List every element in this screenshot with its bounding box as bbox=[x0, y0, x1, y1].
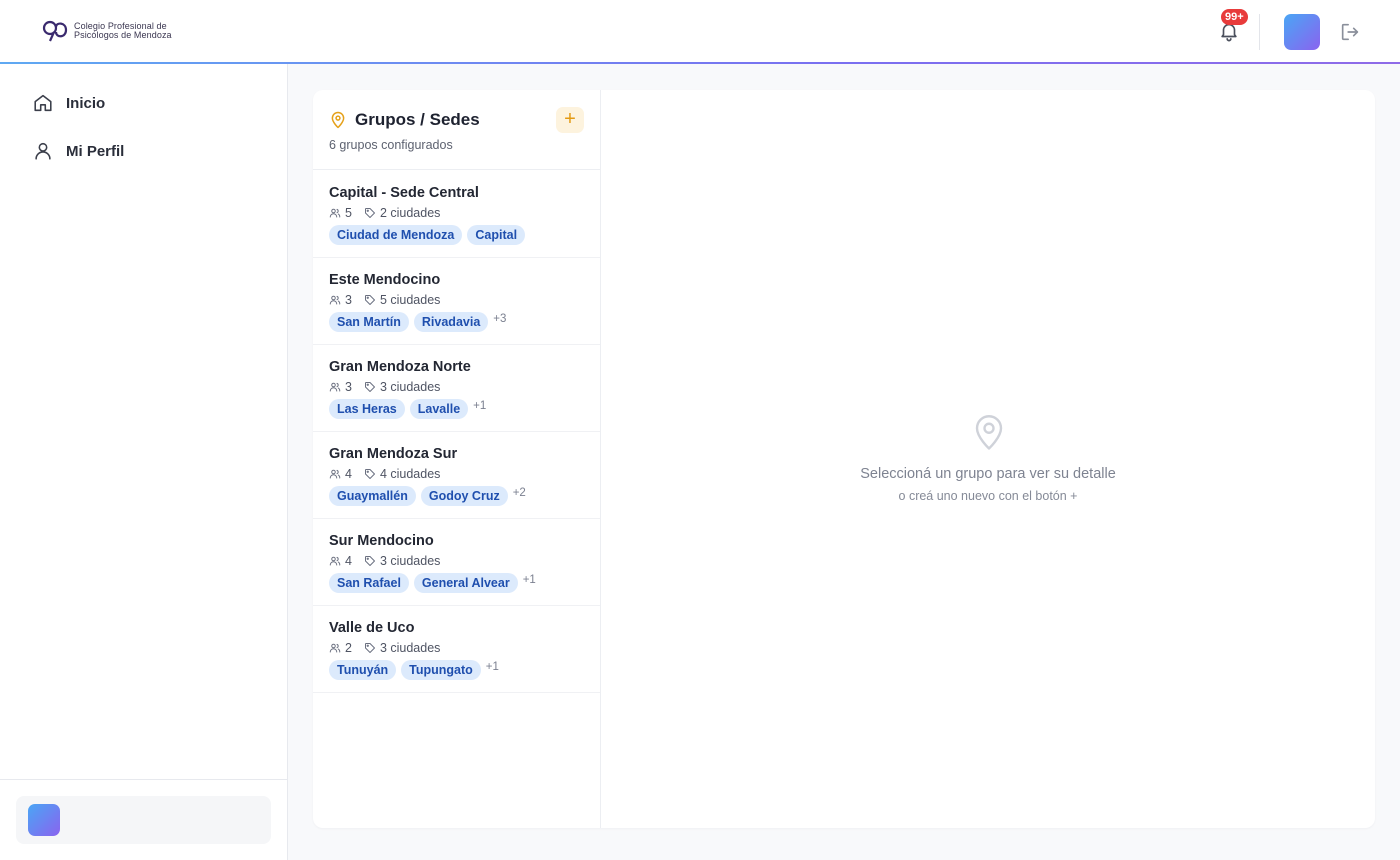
notifications-badge: 99+ bbox=[1221, 9, 1248, 25]
group-detail-empty-state: Seleccioná un grupo para ver su detalle … bbox=[601, 90, 1375, 828]
tag-icon bbox=[364, 208, 375, 218]
group-name: Gran Mendoza Sur bbox=[329, 446, 458, 462]
group-meta: 4 3 ciudades bbox=[329, 554, 440, 568]
city-tag: Las Heras bbox=[329, 399, 405, 419]
empty-state-title: Seleccioná un grupo para ver su detalle bbox=[860, 466, 1116, 482]
list-item[interactable]: Sur Mendocino 4 3 ciudades San Rafael Genera… bbox=[313, 519, 600, 606]
group-name: Sur Mendocino bbox=[329, 533, 434, 549]
member-count: 4 bbox=[345, 554, 352, 568]
member-count: 2 bbox=[345, 641, 352, 655]
users-icon bbox=[329, 382, 341, 392]
city-count: 5 ciudades bbox=[379, 293, 441, 307]
more-cities-count: +2 bbox=[512, 487, 526, 499]
logo-line-2: Psicólogos de Mendoza bbox=[74, 30, 172, 40]
city-tag: Godoy Cruz bbox=[420, 486, 508, 506]
city-tags: Tunuyán Tupungato +1 bbox=[329, 660, 499, 680]
member-count: 3 bbox=[345, 380, 352, 394]
more-cities-count: +1 bbox=[485, 661, 499, 673]
city-tags: San Rafael General Alvear +1 bbox=[329, 573, 536, 593]
page-title: Grupos / Sedes bbox=[355, 110, 480, 129]
city-count: 2 ciudades bbox=[379, 206, 441, 220]
sidebar-item-inicio[interactable]: Inicio bbox=[16, 83, 272, 123]
city-tags: Guaymallén Godoy Cruz +2 bbox=[329, 486, 526, 506]
sidebar-divider bbox=[0, 779, 287, 780]
city-tag: Tunuyán bbox=[329, 660, 397, 680]
city-tag: Ciudad de Mendoza bbox=[329, 225, 463, 245]
group-meta: 4 4 ciudades bbox=[329, 467, 440, 481]
more-cities-count: +3 bbox=[493, 313, 507, 325]
groups-list-header: Grupos / Sedes 6 grupos configurados + bbox=[313, 90, 600, 170]
users-icon bbox=[329, 469, 341, 479]
sidebar-item-label: Mi Perfil bbox=[66, 142, 125, 160]
sidebar-item-mi-perfil[interactable]: Mi Perfil bbox=[16, 131, 272, 171]
groups-count: 6 grupos configurados bbox=[329, 138, 453, 152]
user-icon bbox=[35, 142, 51, 160]
more-cities-count: +1 bbox=[473, 400, 487, 412]
city-count: 3 ciudades bbox=[379, 554, 441, 568]
list-item[interactable]: Gran Mendoza Sur 4 4 ciudades Guaymallén God… bbox=[313, 432, 600, 519]
tag-icon bbox=[364, 643, 375, 653]
group-name: Este Mendocino bbox=[329, 272, 441, 288]
top-header: Colegio Profesional de Psicólogos de Men… bbox=[0, 0, 1400, 64]
city-tag: San Rafael bbox=[329, 573, 409, 593]
users-icon bbox=[329, 208, 341, 218]
home-icon bbox=[34, 94, 52, 112]
header-avatar[interactable] bbox=[1284, 14, 1320, 50]
group-name: Valle de Uco bbox=[329, 620, 415, 636]
city-tag: Capital bbox=[467, 225, 526, 245]
city-tags: Las Heras Lavalle +1 bbox=[329, 399, 486, 419]
more-cities-count: +1 bbox=[522, 574, 536, 586]
app-logo[interactable]: Colegio Profesional de Psicólogos de Men… bbox=[42, 19, 172, 43]
logo-text: Colegio Profesional de Psicólogos de Men… bbox=[74, 21, 172, 41]
groups-list-panel: Grupos / Sedes 6 grupos configurados + C… bbox=[313, 90, 601, 828]
list-item[interactable]: Valle de Uco 2 3 ciudades Tunuyán Tupungato +… bbox=[313, 606, 600, 693]
add-group-button[interactable]: + bbox=[556, 107, 584, 133]
city-tag: Tupungato bbox=[401, 660, 481, 680]
city-tag: General Alvear bbox=[413, 573, 518, 593]
list-item[interactable]: Este Mendocino 3 5 ciudades San Martín Rivad… bbox=[313, 258, 600, 345]
city-count: 4 ciudades bbox=[379, 467, 441, 481]
map-pin-icon bbox=[331, 111, 345, 129]
avatar bbox=[28, 804, 60, 836]
city-tag: Rivadavia bbox=[413, 312, 489, 332]
group-meta: 2 3 ciudades bbox=[329, 641, 440, 655]
user-card[interactable] bbox=[16, 796, 271, 844]
group-name: Gran Mendoza Norte bbox=[329, 359, 471, 375]
list-item[interactable]: Gran Mendoza Norte 3 3 ciudades Las Heras La… bbox=[313, 345, 600, 432]
group-meta: 3 3 ciudades bbox=[329, 380, 440, 394]
users-icon bbox=[329, 295, 341, 305]
sidebar: Inicio Mi Perfil bbox=[0, 64, 288, 860]
tag-icon bbox=[364, 556, 375, 566]
list-item[interactable]: Capital - Sede Central 5 2 ciudades Ciudad … bbox=[313, 171, 600, 258]
group-meta: 5 2 ciudades bbox=[329, 206, 440, 220]
tag-icon bbox=[364, 295, 375, 305]
city-count: 3 ciudades bbox=[379, 641, 441, 655]
header-divider bbox=[1259, 14, 1260, 50]
sidebar-item-label: Inicio bbox=[66, 94, 106, 112]
city-tag: San Martín bbox=[329, 312, 409, 332]
member-count: 4 bbox=[345, 467, 352, 481]
group-meta: 3 5 ciudades bbox=[329, 293, 440, 307]
member-count: 5 bbox=[345, 206, 352, 220]
users-icon bbox=[329, 556, 341, 566]
city-tag: Guaymallén bbox=[329, 486, 416, 506]
city-tags: Ciudad de Mendoza Capital bbox=[329, 225, 526, 245]
users-icon bbox=[329, 643, 341, 653]
logout-icon[interactable] bbox=[1339, 21, 1361, 43]
group-name: Capital - Sede Central bbox=[329, 185, 479, 201]
tag-icon bbox=[364, 382, 375, 392]
city-tag: Lavalle bbox=[409, 399, 469, 419]
tag-icon bbox=[364, 469, 375, 479]
member-count: 3 bbox=[345, 293, 352, 307]
map-pin-icon bbox=[975, 415, 1003, 450]
city-tags: San Martín Rivadavia +3 bbox=[329, 312, 506, 332]
city-count: 3 ciudades bbox=[379, 380, 441, 394]
empty-state-subtitle: o creá uno nuevo con el botón + bbox=[898, 489, 1078, 503]
logo-mark-icon bbox=[42, 20, 68, 42]
groups-card: Grupos / Sedes 6 grupos configurados + C… bbox=[313, 90, 1375, 828]
